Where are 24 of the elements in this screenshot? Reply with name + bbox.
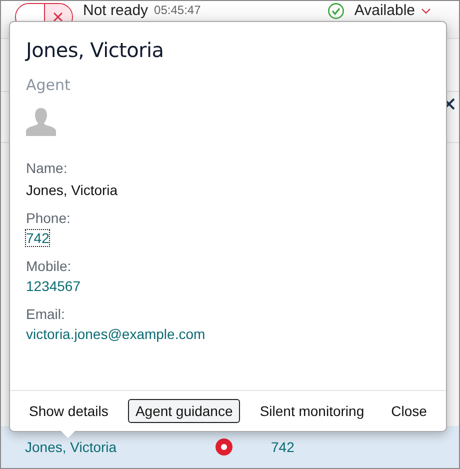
chevron-down-icon	[421, 8, 431, 14]
status-dropdown[interactable]: Available	[354, 2, 415, 19]
status-label: Not ready	[83, 2, 148, 19]
footer-button[interactable]: Close	[384, 399, 434, 423]
field-label: Email:	[26, 306, 66, 322]
footer-button[interactable]: Agent guidance	[128, 399, 240, 423]
close-icon	[53, 12, 64, 22]
timer: 05:45:47	[154, 2, 201, 19]
check-icon	[328, 3, 344, 19]
agent-name[interactable]: Jones, Victoria	[25, 439, 215, 455]
footer-button[interactable]: Show details	[22, 399, 116, 423]
field-label: Phone:	[26, 210, 72, 226]
role-label: Agent	[26, 76, 72, 94]
field-label: Name:	[26, 160, 68, 176]
avatar-icon	[26, 106, 56, 136]
contact-link[interactable]: 1234567	[26, 278, 81, 294]
contact-link[interactable]: victoria.jones@example.com	[26, 326, 206, 342]
popup-title: Jones, Victoria	[26, 38, 165, 62]
extension: 742	[271, 439, 294, 455]
footer-button[interactable]: Silent monitoring	[252, 399, 372, 423]
field-label: Mobile:	[26, 258, 72, 274]
contact-link[interactable]: 742	[26, 230, 50, 246]
field-value: Jones, Victoria	[26, 182, 118, 198]
status-icon	[215, 438, 233, 456]
